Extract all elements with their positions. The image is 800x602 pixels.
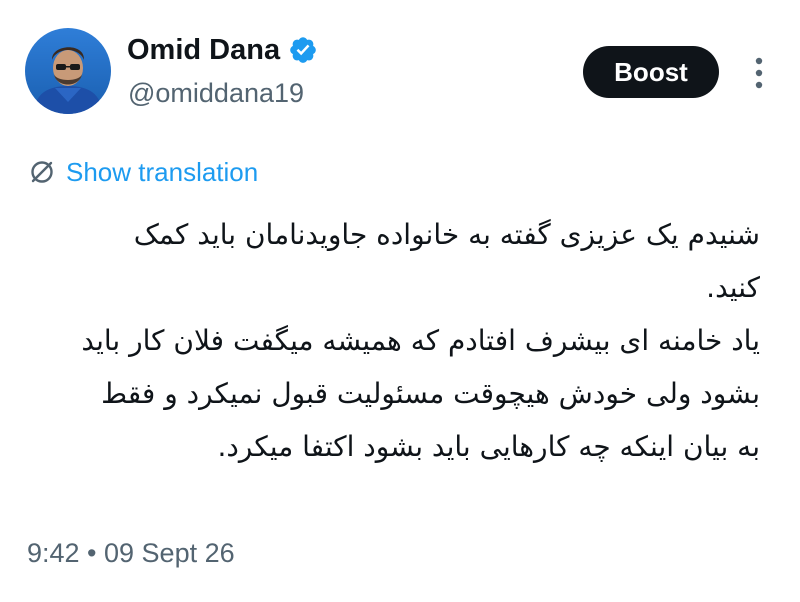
more-vertical-icon[interactable] (748, 54, 770, 92)
tweet-text-line: کنید. (706, 271, 760, 304)
tweet-text-line: شنیدم یک عزیزی گفته به خانواده جاویدناما… (133, 218, 760, 251)
verified-badge-icon (288, 35, 318, 65)
tweet-text-line: بشود ولی خودش هیچوقت مسئولیت قبول نمیکرد… (101, 377, 760, 410)
boost-button[interactable]: Boost (583, 46, 719, 98)
avatar-photo (25, 28, 111, 114)
tweet-text-line: به بیان اینکه چه کارهایی باید بشود اکتفا… (217, 430, 760, 463)
avatar[interactable] (25, 28, 111, 114)
show-translation-label[interactable]: Show translation (66, 156, 258, 188)
tweet-text-line: یاد خامنه ای بیشرف افتادم که همیشه میگفت… (81, 324, 760, 357)
tweet-timestamp[interactable]: 9:42 • 09 Sept 26 (27, 536, 235, 570)
translate-icon (28, 158, 56, 186)
author-display-name[interactable]: Omid Dana (127, 32, 280, 68)
tweet-text: شنیدم یک عزیزی گفته به خانواده جاویدناما… (28, 208, 760, 473)
show-translation-link[interactable]: Show translation (28, 156, 258, 188)
author-handle[interactable]: @omiddana19 (128, 76, 304, 110)
author-name-row[interactable]: Omid Dana (127, 32, 318, 68)
